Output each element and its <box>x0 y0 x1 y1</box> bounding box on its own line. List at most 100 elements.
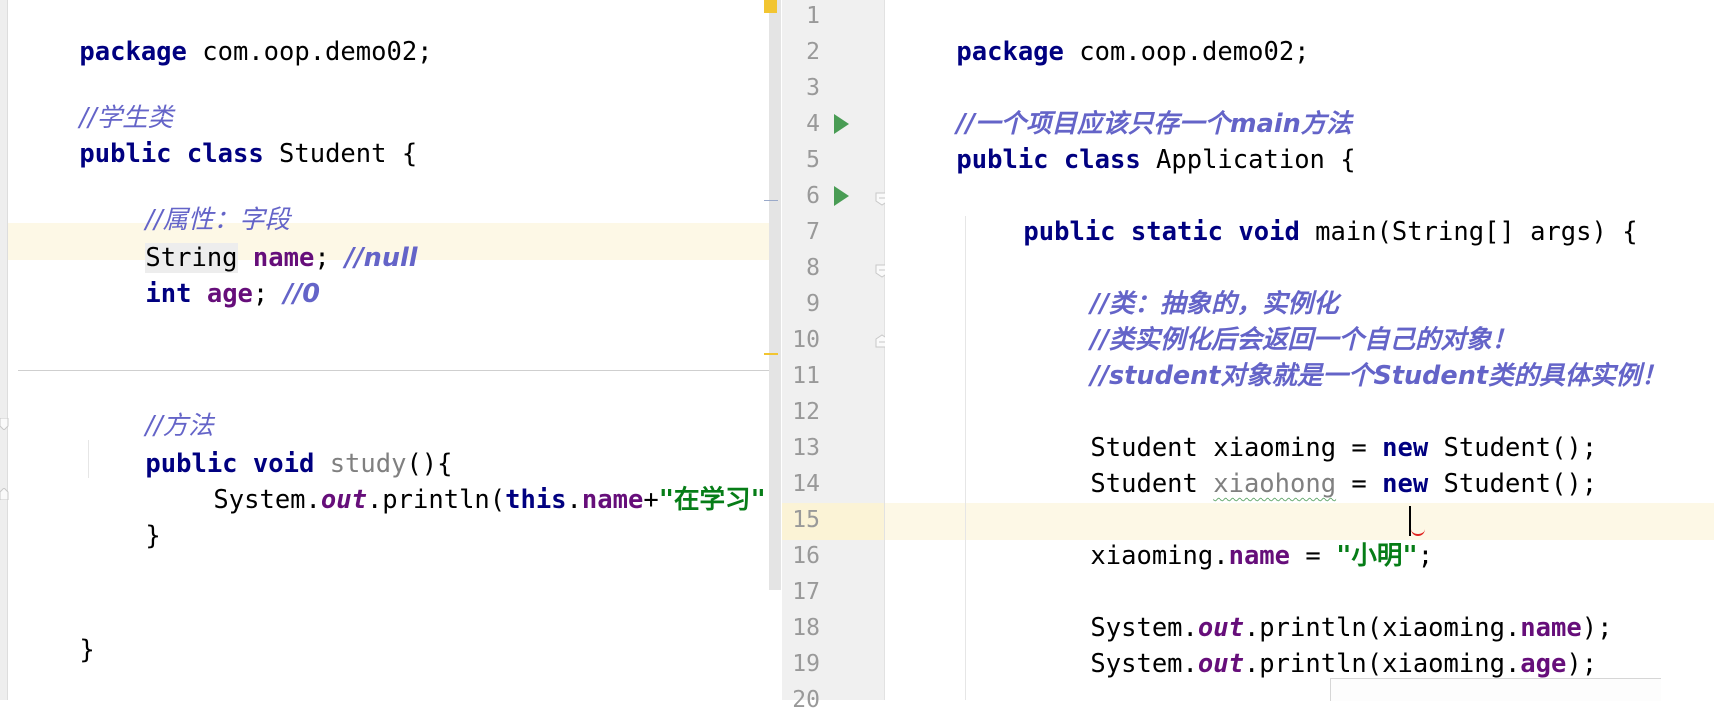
punctuation: . <box>566 485 582 515</box>
warning-marker[interactable] <box>764 353 778 355</box>
keyword: int <box>145 279 192 309</box>
right-editor-pane[interactable]: package com.oop.demo02; //一个项目应该只存一个main… <box>885 0 1714 700</box>
code-line[interactable]: public void study(){ <box>84 410 452 479</box>
code-line[interactable]: System.out.println(this.name+"在学习") <box>152 446 770 515</box>
line-number: 9 <box>806 291 820 317</box>
field-name: name <box>581 485 644 515</box>
fold-icon[interactable] <box>0 418 10 430</box>
code-line[interactable]: //属性：字段 <box>84 166 290 235</box>
fold-icon[interactable] <box>0 488 10 500</box>
punctuation: ; <box>1417 541 1434 571</box>
method-separator-line <box>18 370 770 371</box>
punctuation: ; <box>252 279 284 309</box>
run-class-icon[interactable] <box>834 114 849 134</box>
static-field: out <box>320 485 367 515</box>
line-number: 1 <box>806 3 820 29</box>
left-gutter-edge <box>0 0 8 700</box>
line-number: 8 <box>806 255 820 281</box>
brace: } <box>79 635 95 665</box>
keyword: static <box>1130 217 1224 247</box>
operator: = <box>1290 541 1337 571</box>
keyword: public <box>956 145 1049 175</box>
line-number: 3 <box>806 75 820 101</box>
brace: } <box>145 521 161 551</box>
keyword: package <box>79 37 187 67</box>
field-name: name <box>1228 541 1291 571</box>
operator: = <box>1336 469 1383 499</box>
class-name: Student { <box>263 139 418 169</box>
class-ref: System. <box>213 485 321 515</box>
line-number: 10 <box>792 327 820 353</box>
code-line[interactable]: package com.oop.demo02; <box>18 0 432 67</box>
line-number: 6 <box>806 183 820 209</box>
code-line[interactable]: System.out.println(xiaoming.name); <box>1029 574 1612 643</box>
line-number: 13 <box>792 435 820 461</box>
line-number: 7 <box>806 219 820 245</box>
line-number: 17 <box>792 579 820 605</box>
constructor-call: Student(); <box>1428 469 1598 499</box>
line-number: 18 <box>792 615 820 641</box>
string-literal: "小明" <box>1336 541 1418 571</box>
code-line[interactable]: } <box>962 682 1039 700</box>
code-line[interactable]: public class Student { <box>18 100 417 169</box>
punctuation: ); <box>1566 649 1598 679</box>
code-line[interactable]: String name; //null <box>84 204 417 273</box>
package-name: com.oop.demo02; <box>186 37 433 67</box>
keyword: public <box>79 139 172 169</box>
operator: + <box>643 485 659 515</box>
comment: //student对象就是一个Student类的具体实例！ <box>1090 361 1667 391</box>
code-line[interactable]: package com.oop.demo02; <box>895 0 1309 67</box>
code-line[interactable]: //一个项目应该只存一个main方法 <box>895 70 1351 139</box>
method-call: .println(xiaoming. <box>1243 649 1521 679</box>
code-line[interactable]: System.out.println(xiaoming.age); <box>1029 610 1597 679</box>
code-line[interactable]: public class Application { <box>895 106 1355 175</box>
line-number: 16 <box>792 543 820 569</box>
run-main-icon[interactable] <box>834 186 849 206</box>
field-name: age <box>206 279 253 309</box>
method-call: .println( <box>366 485 506 515</box>
warning-marker[interactable] <box>764 0 777 13</box>
popup-panel <box>1330 678 1661 701</box>
line-number-gutter[interactable]: 1 2 3 4 5 6 7 8 9 10 11 12 13 14 15 16 1… <box>782 0 889 713</box>
code-line[interactable]: public static void main(String[] args) { <box>962 178 1637 247</box>
scrollbar[interactable] <box>769 0 781 590</box>
keyword: class <box>1063 145 1141 175</box>
keyword: this <box>505 485 567 515</box>
class-ref: System. <box>1090 649 1198 679</box>
code-line[interactable]: //类：抽象的，实例化 <box>1029 250 1338 319</box>
field-name: age <box>1520 649 1567 679</box>
code-line[interactable]: int age; //0 <box>84 240 320 309</box>
keyword: void <box>1238 217 1300 247</box>
code-line[interactable]: Student xiaoming = new Student(); <box>1029 394 1597 463</box>
variable-ref: xiaoming. <box>1090 541 1229 571</box>
line-number: 4 <box>806 111 820 137</box>
code-line[interactable]: } <box>84 482 160 551</box>
comment: //null <box>345 243 418 273</box>
line-number: 12 <box>792 399 820 425</box>
code-line[interactable]: //学生类 <box>18 64 173 133</box>
line-number: 19 <box>792 651 820 677</box>
line-number: 15 <box>792 507 820 533</box>
line-number: 20 <box>792 687 820 713</box>
code-line[interactable]: //方法 <box>84 372 213 441</box>
left-editor-pane[interactable]: package com.oop.demo02; //学生类 public cla… <box>0 0 770 700</box>
change-marker[interactable] <box>764 200 778 201</box>
code-line[interactable]: } <box>18 596 94 665</box>
static-field: out <box>1197 649 1244 679</box>
code-line[interactable]: Student xiaohong = new Student(); <box>1029 430 1597 499</box>
line-number: 5 <box>806 147 820 173</box>
string-literal: "在学习") <box>658 485 770 515</box>
unused-variable: xiaohong <box>1213 469 1337 499</box>
code-line[interactable]: //类实例化后会返回一个自己的对象！ <box>1029 286 1517 355</box>
keyword: class <box>186 139 264 169</box>
package-name: com.oop.demo02; <box>1063 37 1310 67</box>
method-signature: main(String[] args) { <box>1299 217 1638 247</box>
type-name: Student <box>1090 469 1214 499</box>
keyword: package <box>956 37 1064 67</box>
keyword: new <box>1382 469 1429 499</box>
comment: //0 <box>283 279 320 309</box>
code-line[interactable]: //student对象就是一个Student类的具体实例！ <box>1029 322 1666 391</box>
code-line[interactable]: xiaoming.name = "小明"; <box>1029 502 1433 571</box>
line-number: 11 <box>792 363 820 389</box>
keyword: public <box>1023 217 1116 247</box>
